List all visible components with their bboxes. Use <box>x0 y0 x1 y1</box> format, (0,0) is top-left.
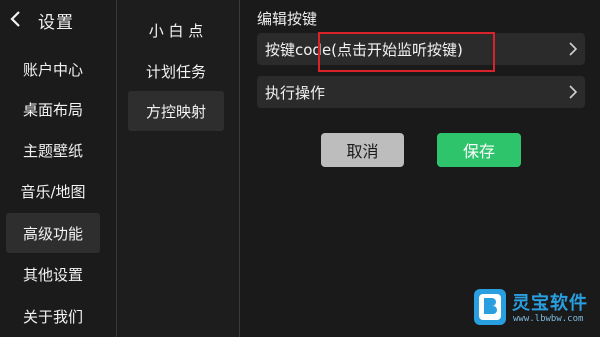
submenu-item-scheduled-tasks[interactable]: 计划任务 <box>128 51 224 91</box>
chevron-right-icon <box>569 85 577 99</box>
chevron-right-icon <box>569 42 577 56</box>
submenu-item-steering-key-mapping[interactable]: 方控映射 <box>128 91 224 131</box>
watermark: 灵宝软件 www.lbwbw.com <box>472 287 600 333</box>
settings-sidebar: 设置 账户中心 桌面布局 主题壁纸 音乐/地图 高级功能 其他设置 关于我们 <box>0 0 117 337</box>
watermark-url: www.lbwbw.com <box>513 314 584 324</box>
sidebar-item-account[interactable]: 账户中心 <box>6 49 100 89</box>
section-title: 编辑按键 <box>257 10 318 28</box>
execute-action-label: 执行操作 <box>265 83 326 102</box>
sidebar-item-music-map[interactable]: 音乐/地图 <box>6 171 100 211</box>
back-arrow-icon[interactable] <box>8 10 22 28</box>
annotation-highlight-box <box>318 32 495 72</box>
watermark-text: 灵宝软件 <box>512 293 588 314</box>
submenu-item-floating-dot[interactable]: 小 白 点 <box>128 10 224 50</box>
sidebar-header: 设置 <box>0 0 117 36</box>
sidebar-item-theme-wallpaper[interactable]: 主题壁纸 <box>6 130 100 170</box>
settings-title: 设置 <box>38 13 74 33</box>
sidebar-item-advanced[interactable]: 高级功能 <box>6 213 100 253</box>
sidebar-item-desktop-layout[interactable]: 桌面布局 <box>6 89 100 129</box>
advanced-submenu: 小 白 点 计划任务 方控映射 <box>118 0 240 337</box>
watermark-logo-icon <box>474 289 506 325</box>
sidebar-item-about[interactable]: 关于我们 <box>6 296 100 336</box>
execute-action-row[interactable]: 执行操作 <box>257 76 585 108</box>
cancel-button[interactable]: 取消 <box>321 133 404 167</box>
save-button[interactable]: 保存 <box>437 133 521 167</box>
sidebar-item-other-settings[interactable]: 其他设置 <box>6 254 100 294</box>
